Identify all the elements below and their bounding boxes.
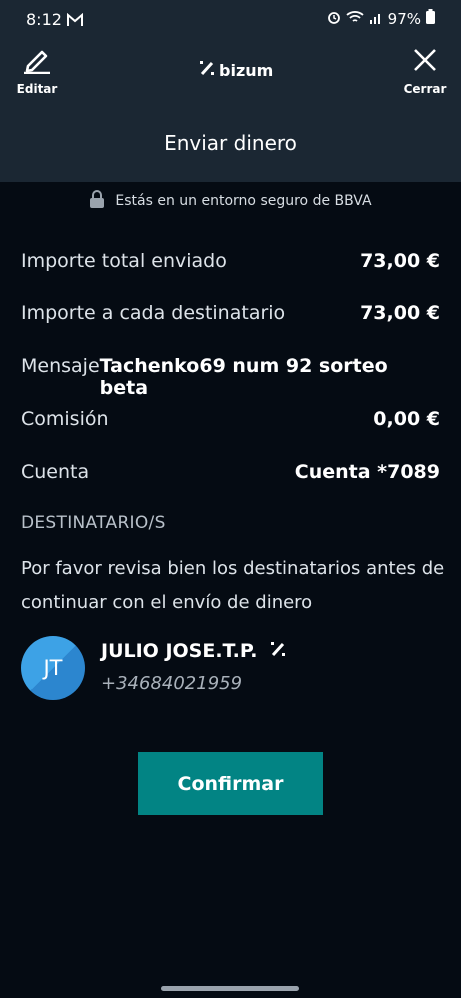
detail-label: Importe a cada destinatario [21, 302, 286, 324]
status-icons: 97% [327, 9, 435, 28]
detail-label: Cuenta [21, 461, 90, 483]
detail-row-message: Mensaje Tachenko69 num 92 sorteo beta [21, 355, 440, 399]
secure-notice: Estás en un entorno seguro de BBVA [0, 190, 461, 212]
gmail-icon [66, 12, 84, 31]
detail-row-commission: Comisión 0,00 € [21, 408, 440, 430]
bizum-logo: bizum [199, 60, 273, 80]
close-label: Cerrar [403, 82, 447, 96]
recipients-notice: Por favor revisa bien los destinatarios … [21, 558, 445, 613]
edit-label: Editar [16, 82, 58, 96]
pencil-icon [22, 50, 52, 78]
recipient-name: JULIO JOSE.T.P. [101, 640, 258, 662]
recipient-phone: +34684021959 [101, 673, 243, 694]
detail-value: 73,00 € [360, 250, 440, 272]
avatar: JT [21, 636, 85, 700]
confirm-button[interactable]: Confirmar [138, 752, 323, 815]
recipients-heading: DESTINATARIO/S [21, 513, 166, 533]
detail-value: Cuenta *7089 [294, 461, 440, 483]
alarm-icon [327, 10, 341, 28]
detail-row-account: Cuenta Cuenta *7089 [21, 461, 440, 483]
edit-button[interactable]: Editar [16, 46, 58, 96]
secure-notice-text: Estás en un entorno seguro de BBVA [115, 193, 372, 209]
status-bar: 8:12 97% [0, 0, 461, 36]
bizum-logo-icon [270, 640, 286, 662]
status-time: 8:12 [26, 10, 62, 29]
detail-value: Tachenko69 num 92 sorteo beta [99, 355, 388, 399]
recipient-name-row: JULIO JOSE.T.P. [101, 640, 286, 662]
brand-name: bizum [219, 60, 274, 80]
detail-row-per-recipient: Importe a cada destinatario 73,00 € [21, 302, 440, 324]
detail-value: 0,00 € [373, 408, 440, 430]
detail-label: Importe total enviado [21, 250, 227, 272]
detail-value: 73,00 € [360, 302, 440, 324]
wifi-icon [346, 10, 364, 28]
battery-icon [426, 9, 435, 28]
detail-label: Mensaje [21, 355, 100, 377]
close-icon [411, 49, 439, 78]
battery-percent: 97% [387, 9, 421, 28]
signal-icon [369, 10, 383, 28]
lock-icon [89, 190, 105, 212]
app-header: Editar bizum Cerrar Enviar dinero [0, 36, 461, 182]
bizum-logo-icon [199, 60, 215, 80]
detail-label: Comisión [21, 408, 109, 430]
page-title: Enviar dinero [164, 131, 297, 155]
close-button[interactable]: Cerrar [403, 46, 447, 96]
home-indicator[interactable] [161, 986, 299, 991]
detail-row-total: Importe total enviado 73,00 € [21, 250, 440, 272]
